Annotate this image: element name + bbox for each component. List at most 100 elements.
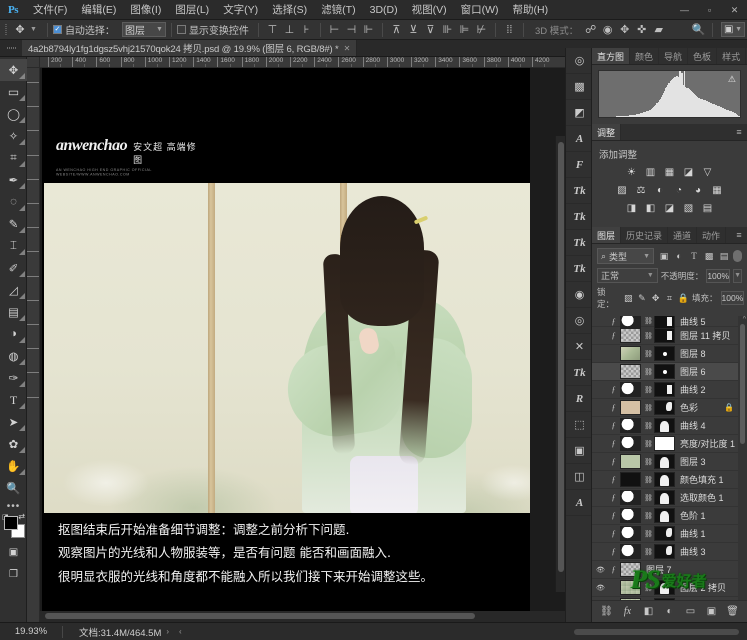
- canvas-vertical-scrollbar[interactable]: [555, 136, 565, 592]
- layer-row[interactable]: 👁 ƒ ⛓ 色阶 1: [592, 507, 738, 525]
- layer-mask-thumbnail[interactable]: [654, 544, 675, 559]
- layer-row[interactable]: 👁 ƒ ⛓ 曲线 2: [592, 381, 738, 399]
- layer-row[interactable]: 👁 ƒ ⛓ 亮度/对比度 1: [592, 435, 738, 453]
- distribute-right-edges-icon[interactable]: ⊬: [473, 21, 490, 38]
- layer-mask-link-icon[interactable]: ⛓: [644, 530, 653, 538]
- distribute-bottom-edges-icon[interactable]: ⊽: [422, 21, 439, 38]
- minimize-button[interactable]: —: [672, 0, 697, 20]
- color-balance-icon[interactable]: ⚖: [634, 183, 648, 197]
- plugin-icon-knockout[interactable]: ✕: [566, 334, 591, 360]
- posterize-icon[interactable]: ◧: [644, 201, 658, 215]
- tool-preset-chevron-icon[interactable]: ▼: [30, 26, 37, 33]
- filter-adjustment-layers-icon[interactable]: ◐: [673, 249, 685, 263]
- show-transform-checkbox[interactable]: ✓: [176, 25, 186, 34]
- filter-type-layers-icon[interactable]: T: [688, 249, 700, 263]
- plugin-icon-3[interactable]: ◩: [566, 100, 591, 126]
- tool-custom-shape[interactable]: ✿: [0, 433, 27, 455]
- layer-thumbnail[interactable]: [620, 382, 641, 397]
- photo-filter-icon[interactable]: ◔: [672, 183, 686, 197]
- layer-mask-link-icon[interactable]: ⛓: [644, 476, 653, 484]
- tab-history[interactable]: 历史记录: [621, 227, 669, 243]
- lock-all-icon[interactable]: 🔒: [678, 292, 689, 305]
- layer-row[interactable]: 👁 ƒ ⛓ 曲线 1: [592, 525, 738, 543]
- distribute-left-edges-icon[interactable]: ⊪: [439, 21, 456, 38]
- scale-3d-object-icon[interactable]: ▰: [650, 21, 667, 38]
- layer-mask-link-icon[interactable]: ⛓: [644, 548, 653, 556]
- layers-vertical-scrollbar[interactable]: ^: [738, 316, 747, 600]
- layer-mask-thumbnail[interactable]: [654, 472, 675, 487]
- panel-menu-icon[interactable]: ≡: [731, 124, 747, 140]
- black-white-icon[interactable]: ◐: [653, 183, 667, 197]
- lock-transparent-pixels-icon[interactable]: ▨: [623, 292, 634, 305]
- layer-visibility-toggle-icon[interactable]: 👁: [594, 494, 607, 502]
- layer-thumbnail[interactable]: [620, 436, 641, 451]
- selective-color-icon[interactable]: ▤: [701, 201, 715, 215]
- canvas-horizontal-scrollbar[interactable]: [40, 611, 565, 622]
- layer-mask-thumbnail[interactable]: [654, 580, 675, 595]
- layer-visibility-toggle-icon[interactable]: 👁: [594, 476, 607, 484]
- layer-row[interactable]: 👁 ƒ ⛓ 色彩 🔒: [592, 399, 738, 417]
- layer-visibility-toggle-icon[interactable]: 👁: [594, 317, 607, 325]
- lock-artboard-nesting-icon[interactable]: ⌗: [664, 292, 675, 305]
- tab-adjustments[interactable]: 调整: [592, 124, 622, 140]
- layer-mask-thumbnail[interactable]: [654, 454, 675, 469]
- layers-list[interactable]: 👁 ƒ ⛓ 曲线 5 👁 ƒ ⛓ 图层 11 拷贝 👁 ⛓ 图层 8 👁 ⛓ 图层 6 👁 ƒ ⛓ 曲线 2 👁 ƒ ⛓…: [592, 316, 747, 600]
- plugin-icon-topaz[interactable]: Tk: [566, 178, 591, 204]
- tool-zoom[interactable]: 🔍: [0, 477, 27, 499]
- layer-visibility-toggle-icon[interactable]: 👁: [594, 440, 607, 448]
- plugin-icon-portraiture[interactable]: ▩: [566, 74, 591, 100]
- menu-help[interactable]: 帮助(H): [506, 0, 556, 20]
- layer-row[interactable]: 👁 ƒ 图层 7: [592, 561, 738, 579]
- swap-colors-icon[interactable]: ⇄: [18, 512, 25, 521]
- layer-row[interactable]: 👁 ƒ ⛓ 颜色填充 1: [592, 471, 738, 489]
- menu-window[interactable]: 窗口(W): [454, 0, 506, 20]
- menu-type[interactable]: 文字(Y): [216, 0, 265, 20]
- layer-mask-link-icon[interactable]: ⛓: [644, 332, 653, 340]
- status-collapse-icon[interactable]: ‹: [174, 627, 187, 636]
- tool-pen[interactable]: ✑: [0, 367, 27, 389]
- distribute-horizontal-centers-icon[interactable]: ⊫: [456, 21, 473, 38]
- layer-thumbnail[interactable]: [620, 580, 641, 595]
- zoom-level-field[interactable]: 19.93%: [0, 626, 62, 637]
- menu-view[interactable]: 视图(V): [405, 0, 454, 20]
- brightness-contrast-icon[interactable]: ☀: [625, 165, 639, 179]
- new-layer-icon[interactable]: ▣: [705, 605, 718, 618]
- horizontal-ruler[interactable]: 200 400 600 800 1000 1200 1400 1600 1800 2000 2200…: [40, 57, 565, 68]
- menu-layer[interactable]: 图层(L): [168, 0, 216, 20]
- tool-crop[interactable]: ⌗: [0, 147, 27, 169]
- layer-thumbnail[interactable]: [620, 544, 641, 559]
- plugin-icon-topaz-rgb[interactable]: Tk: [566, 256, 591, 282]
- layer-thumbnail[interactable]: [620, 526, 641, 541]
- drag-3d-object-icon[interactable]: ✥: [616, 21, 633, 38]
- align-top-edges-icon[interactable]: ⊤: [264, 21, 281, 38]
- layer-mask-link-icon[interactable]: ⛓: [644, 584, 653, 592]
- layer-mask-thumbnail[interactable]: [654, 490, 675, 505]
- link-layers-icon[interactable]: ⛓: [600, 605, 613, 618]
- tool-quick-selection[interactable]: ✧: [0, 125, 27, 147]
- layer-mask-link-icon[interactable]: ⛓: [644, 386, 653, 394]
- plugin-icon-alienskin[interactable]: A: [566, 126, 591, 152]
- plugin-icon-17[interactable]: ◫: [566, 464, 591, 490]
- levels-icon[interactable]: ▥: [644, 165, 658, 179]
- layer-mask-thumbnail[interactable]: [654, 346, 675, 361]
- layer-mask-link-icon[interactable]: ⛓: [644, 512, 653, 520]
- canvas-area[interactable]: anwenchao 安文超 高端修图 AN WENCHAO HIGH END G…: [40, 68, 565, 622]
- scroll-up-icon[interactable]: ^: [743, 316, 746, 323]
- layer-thumbnail[interactable]: [620, 508, 641, 523]
- tool-path-selection[interactable]: ➤: [0, 411, 27, 433]
- layer-mask-link-icon[interactable]: ⛓: [644, 404, 653, 412]
- tool-eraser[interactable]: ◿: [0, 279, 27, 301]
- layer-mask-link-icon[interactable]: ⛓: [644, 350, 653, 358]
- distribute-top-edges-icon[interactable]: ⊼: [388, 21, 405, 38]
- layer-visibility-toggle-icon[interactable]: 👁: [594, 530, 607, 538]
- tab-actions[interactable]: 动作: [697, 227, 727, 243]
- screen-mode-icon[interactable]: ❐: [0, 563, 27, 585]
- layer-row[interactable]: 👁 ƒ ⛓ 选取颜色 1: [592, 489, 738, 507]
- show-transform-checkbox-group[interactable]: ✓ 显示变换控件: [176, 22, 249, 37]
- layer-visibility-toggle-icon[interactable]: 👁: [594, 350, 607, 358]
- menu-select[interactable]: 选择(S): [265, 0, 314, 20]
- menu-3d[interactable]: 3D(D): [363, 0, 405, 20]
- filter-shape-layers-icon[interactable]: ▩: [703, 249, 715, 263]
- roll-3d-object-icon[interactable]: ◉: [599, 21, 616, 38]
- plugin-icon-18[interactable]: A: [566, 490, 591, 516]
